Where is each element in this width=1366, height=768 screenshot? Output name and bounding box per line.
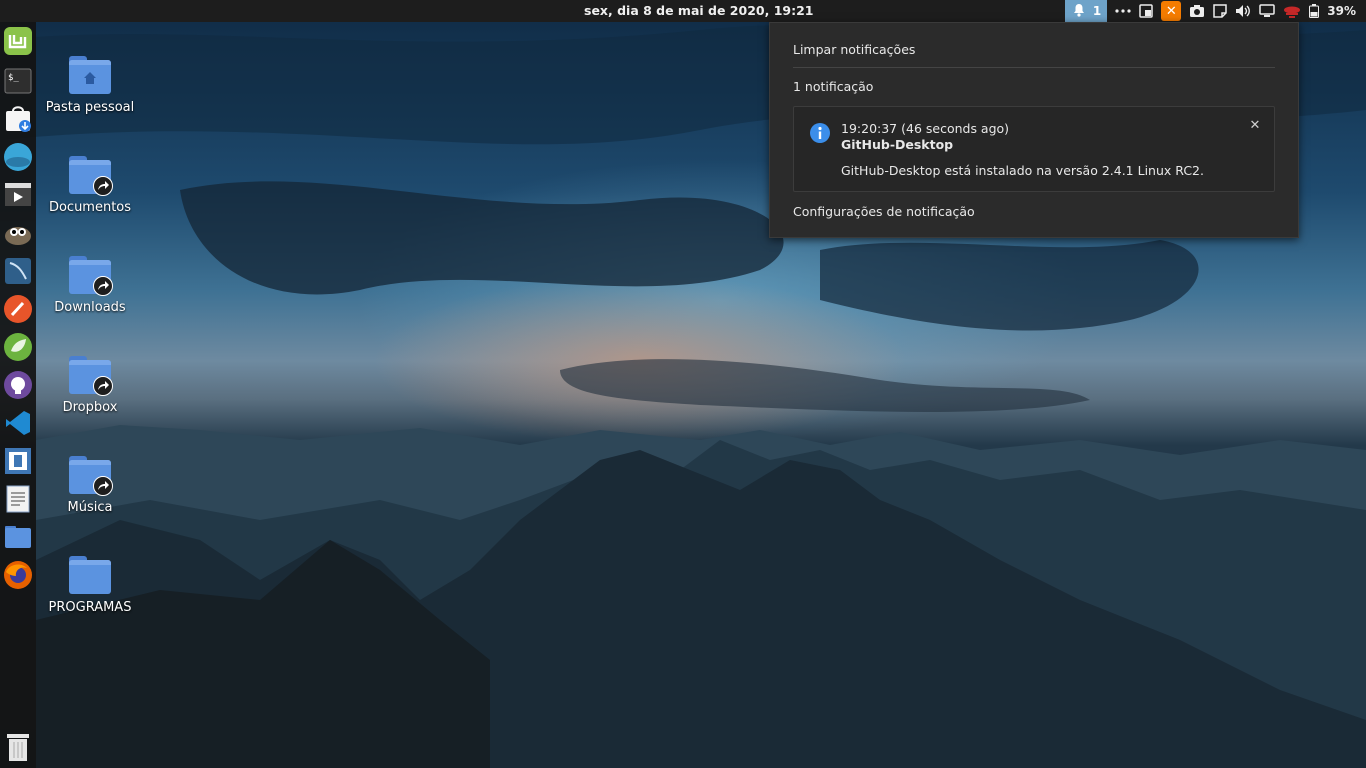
desktop-folder-musica[interactable]: Música bbox=[40, 456, 140, 515]
vscode-icon[interactable] bbox=[3, 408, 33, 438]
volume-icon[interactable] bbox=[1235, 0, 1251, 22]
notification-bell-icon bbox=[1071, 2, 1087, 21]
desktop-folder-pasta-pessoal[interactable]: Pasta pessoal bbox=[40, 56, 140, 115]
desktop-icon-label: Pasta pessoal bbox=[45, 100, 135, 115]
clear-notifications-button[interactable]: Limpar notificações bbox=[793, 42, 915, 57]
notification-message: GitHub-Desktop está instalado na versão … bbox=[841, 163, 1204, 178]
battery-icon[interactable] bbox=[1309, 0, 1320, 22]
desktop-folder-dropbox[interactable]: Dropbox bbox=[40, 356, 140, 415]
desktop-folder-programas[interactable]: PROGRAMAS bbox=[40, 556, 140, 615]
launcher-dock: $_ bbox=[0, 22, 36, 768]
symlink-arrow-icon bbox=[93, 176, 113, 196]
clock[interactable]: sex, dia 8 de mai de 2020, 19:21 bbox=[584, 3, 813, 18]
top-panel: sex, dia 8 de mai de 2020, 19:21 1 ✕ 39% bbox=[0, 0, 1366, 22]
info-icon bbox=[810, 123, 830, 143]
notification-card[interactable]: 19:20:37 (46 seconds ago) GitHub-Desktop… bbox=[793, 106, 1275, 192]
notification-time: 19:20:37 (46 seconds ago) bbox=[841, 121, 1010, 136]
software-manager-icon[interactable] bbox=[3, 104, 33, 134]
folder-icon bbox=[69, 456, 113, 496]
github-desktop-icon[interactable] bbox=[3, 370, 33, 400]
firefox-icon[interactable] bbox=[3, 560, 33, 590]
files-icon[interactable] bbox=[3, 522, 33, 552]
mysql-workbench-icon[interactable] bbox=[3, 256, 33, 286]
text-editor-icon[interactable] bbox=[3, 484, 33, 514]
desktop-icon-label: Documentos bbox=[48, 200, 132, 215]
folder-icon bbox=[69, 556, 111, 594]
svg-text:$_: $_ bbox=[8, 73, 19, 83]
screen-icon[interactable] bbox=[1139, 0, 1154, 22]
system-tray: 1 ✕ 39% bbox=[1064, 0, 1366, 22]
ubuntu-store-icon[interactable] bbox=[3, 142, 33, 172]
terminal-icon[interactable]: $_ bbox=[3, 66, 33, 96]
folder-icon bbox=[69, 56, 111, 94]
notification-count: 1 bbox=[1092, 4, 1102, 18]
notes-icon[interactable] bbox=[1213, 0, 1228, 22]
desktop-folder-documentos[interactable]: Documentos bbox=[40, 156, 140, 215]
pencil-app-icon[interactable] bbox=[3, 294, 33, 324]
desktop-icon-label: Downloads bbox=[54, 300, 126, 315]
notification-app-name: GitHub-Desktop bbox=[841, 137, 954, 152]
desktop-icon-label: PROGRAMAS bbox=[48, 600, 132, 615]
home-icon bbox=[84, 72, 96, 84]
symlink-arrow-icon bbox=[93, 476, 113, 496]
camera-icon[interactable] bbox=[1189, 0, 1205, 22]
desktop-folder-downloads[interactable]: Downloads bbox=[40, 256, 140, 315]
symlink-arrow-icon bbox=[93, 376, 113, 396]
folder-icon bbox=[69, 256, 113, 296]
desktop-icon-label: Dropbox bbox=[62, 400, 118, 415]
close-icon[interactable]: ✕ bbox=[1248, 119, 1262, 133]
network-icon[interactable] bbox=[1283, 0, 1301, 22]
battery-percentage[interactable]: 39% bbox=[1327, 0, 1356, 22]
display-icon[interactable] bbox=[1259, 0, 1276, 22]
notification-indicator[interactable]: 1 bbox=[1064, 0, 1108, 22]
symlink-arrow-icon bbox=[93, 276, 113, 296]
system-monitor-icon[interactable] bbox=[3, 446, 33, 476]
video-editor-icon[interactable] bbox=[3, 180, 33, 210]
xampp-icon[interactable]: ✕ bbox=[1161, 1, 1182, 21]
linux-mint-menu-icon[interactable] bbox=[3, 26, 33, 56]
folder-icon bbox=[69, 156, 113, 196]
gimp-icon[interactable] bbox=[3, 218, 33, 248]
divider bbox=[793, 67, 1275, 68]
folder-icon bbox=[69, 356, 113, 396]
notification-settings-button[interactable]: Configurações de notificação bbox=[793, 204, 975, 219]
notification-popup: Limpar notificações 1 notificação 19:20:… bbox=[769, 22, 1299, 238]
trash-icon[interactable] bbox=[3, 732, 33, 762]
more-icon[interactable] bbox=[1115, 0, 1131, 22]
spring-tool-suite-icon[interactable] bbox=[3, 332, 33, 362]
desktop-icon-label: Música bbox=[67, 500, 113, 515]
notification-count-label: 1 notificação bbox=[793, 79, 874, 94]
